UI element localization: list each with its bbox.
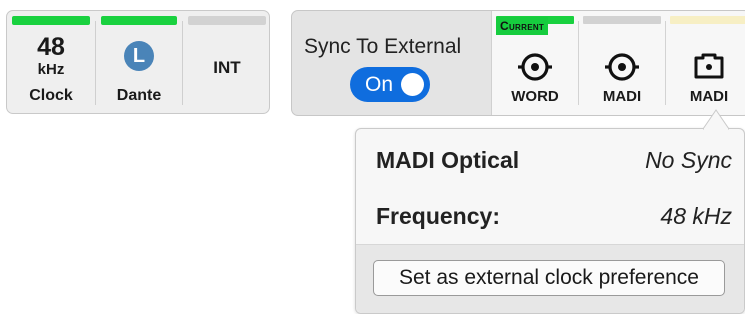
source-name: MADI Optical xyxy=(376,147,520,173)
bnc-connector-icon xyxy=(605,53,639,81)
clock-rate-cell[interactable]: 48 kHz Clock xyxy=(7,11,95,113)
sample-rate-value: 48 xyxy=(37,33,65,61)
clock-sync-view: 48 kHz Clock L Dante INT Sync To Externa… xyxy=(0,0,745,314)
external-sources: Current WORD MADI MADI xyxy=(491,11,745,115)
clock-status-panel: 48 kHz Clock L Dante INT xyxy=(6,10,270,114)
sync-to-external-title: Sync To External xyxy=(304,35,462,58)
current-badge-text: Current xyxy=(500,19,545,33)
clock-status-bar xyxy=(12,16,90,25)
dante-label: Dante xyxy=(116,87,162,104)
toggle-label: On xyxy=(365,73,394,96)
source-info-popup: MADI Optical No Sync Frequency: 48 kHz S… xyxy=(355,128,745,314)
frequency-value: 48 kHz xyxy=(660,203,732,229)
source-label: WORD xyxy=(511,88,559,105)
source-madi-optical[interactable]: MADI xyxy=(666,11,745,115)
internal-clock-label: INT xyxy=(213,58,241,77)
internal-status-bar xyxy=(188,16,266,25)
sample-rate-unit: kHz xyxy=(37,61,65,78)
frequency-label: Frequency: xyxy=(376,203,500,229)
source-status-bar xyxy=(583,16,661,24)
toggle-knob xyxy=(401,73,424,96)
source-label: MADI xyxy=(689,88,729,105)
sync-status: No Sync xyxy=(645,147,732,173)
dante-cell[interactable]: L Dante xyxy=(96,11,182,113)
source-word[interactable]: Current WORD xyxy=(492,11,578,115)
set-clock-preference-button[interactable]: Set as external clock preference xyxy=(373,260,725,296)
dante-leader-icon: L xyxy=(124,41,154,71)
dante-status-bar xyxy=(101,16,177,25)
clock-label: Clock xyxy=(29,87,73,104)
sync-panel: Sync To External On Current WORD MADI MA… xyxy=(291,10,745,116)
source-label: MADI xyxy=(602,88,642,105)
bnc-connector-icon xyxy=(518,53,552,81)
current-badge: Current xyxy=(496,17,549,35)
source-status-bar xyxy=(670,16,745,24)
optical-connector-icon xyxy=(694,53,724,79)
sync-toggle[interactable]: On xyxy=(350,67,430,102)
internal-clock-cell[interactable]: INT xyxy=(183,11,269,113)
source-madi-coax[interactable]: MADI xyxy=(579,11,665,115)
popup-footer: Set as external clock preference xyxy=(356,244,744,313)
